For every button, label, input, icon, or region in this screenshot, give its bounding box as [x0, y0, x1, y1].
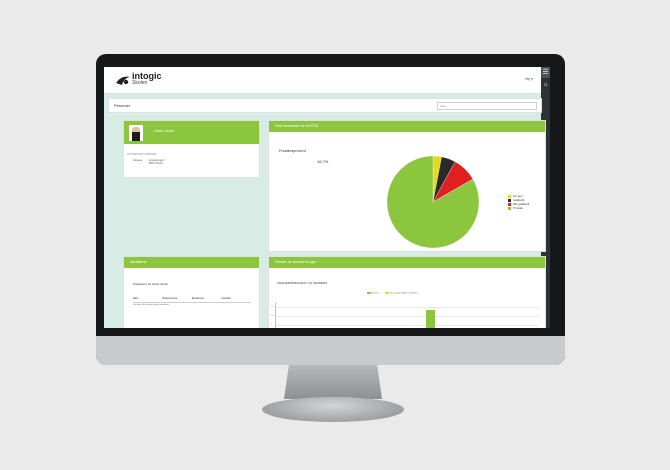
legend-swatch	[385, 292, 390, 294]
grades-card: Karakterer Karakterer for Hans Junior Da…	[123, 256, 260, 328]
y-tick-label: 5	[271, 324, 272, 326]
legend-item[interactable]: Til stede	[508, 207, 529, 211]
address-row: Adresse Lindevænget 7 8600 Horsby	[127, 159, 165, 165]
app-logo[interactable]: intogic Skolen	[116, 71, 162, 86]
logo-text: intogic	[132, 71, 162, 81]
address-line2: 8600 Horsby	[148, 162, 164, 165]
grades-empty-text: Der blev ikke fundet nogle karakterer.	[133, 304, 170, 306]
home-icon[interactable]: ⌂	[542, 82, 549, 89]
monitor-base	[262, 397, 404, 422]
address-label: Adresse	[133, 159, 143, 162]
page-title: Personer	[114, 103, 131, 108]
legend-swatch	[508, 194, 511, 198]
logo-icon	[116, 76, 130, 85]
absence-card: Fravær de seneste 6 uger FRAVÆRSPROCENT …	[268, 256, 546, 328]
legend-swatch	[367, 292, 371, 294]
monitor-chin	[96, 336, 565, 365]
legend-label: Fravær	[372, 292, 380, 295]
absence-bar[interactable]	[426, 310, 435, 328]
menu-icon[interactable]: ☰	[541, 67, 550, 78]
legend-item: Fravær	[367, 292, 379, 294]
column-header[interactable]: Bedømmer	[192, 297, 222, 302]
column-header[interactable]: Bedømmelse	[163, 297, 193, 302]
gridline	[276, 307, 538, 308]
profile-header: Hans Junior	[124, 121, 259, 144]
monitor: intogic Skolen Hej ▾ ☰ ⌂ Personer Søg...…	[96, 54, 565, 365]
absence-card-header: Fravær de seneste 6 uger	[269, 257, 545, 268]
absence-chart-title: FRAVÆRSPROCENT OG TENDENS	[277, 281, 328, 285]
user-menu[interactable]: Hej ▾	[525, 77, 533, 81]
legend-swatch	[508, 207, 511, 211]
monitor-stand	[284, 365, 382, 399]
grades-card-header: Karakterer	[124, 257, 259, 268]
attendance-card-header: Fast fremmøde for HH/T25	[269, 121, 545, 132]
legend-label: Godkendt	[513, 198, 525, 202]
percent-label: 16,7%	[317, 159, 329, 164]
grades-subtitle: Karakterer for Hans Junior	[133, 282, 169, 286]
legend-label: Ikke godkendt	[513, 202, 530, 206]
screen: intogic Skolen Hej ▾ ☰ ⌂ Personer Søg...…	[104, 67, 550, 328]
absence-chart-area: 15 10 5	[271, 303, 538, 328]
chart-legend: For sent Godkendt Ikke godkendt Til stede	[508, 194, 529, 211]
legend-label: Fra samlet forløb % tendens	[390, 292, 418, 295]
y-tick-label: 10	[271, 315, 273, 317]
column-header[interactable]: Karakter	[222, 297, 252, 302]
legend-item: Fra samlet forløb % tendens	[385, 292, 418, 295]
search-input[interactable]: Søg...	[437, 102, 537, 110]
address-value: Lindevænget 7 8600 Horsby	[149, 159, 166, 165]
absence-legend: Fravær Fra samlet forløb % tendens	[367, 292, 418, 294]
legend-swatch	[508, 198, 511, 202]
avatar-person-icon	[132, 127, 140, 141]
legend-label: Til stede	[513, 207, 523, 211]
page-title-bar: Personer Søg...	[108, 98, 542, 113]
gridline	[276, 325, 538, 326]
profile-name: Hans Junior	[154, 129, 175, 133]
attendance-card: Fast fremmøde for HH/T25 Fraværsprocent …	[268, 120, 546, 252]
contact-section-label: KONTAKTOPLYSNINGER	[127, 153, 157, 156]
avatar	[129, 125, 143, 141]
legend-label: For sent	[513, 194, 523, 198]
legend-swatch	[508, 202, 511, 206]
column-header[interactable]: Dato	[133, 297, 163, 302]
top-bar: intogic Skolen Hej ▾	[104, 67, 541, 94]
gridline	[276, 316, 538, 317]
chart-title: Fraværsprocent	[279, 149, 306, 153]
y-tick-label: 15	[271, 306, 273, 308]
profile-card: Hans Junior KONTAKTOPLYSNINGER Adresse L…	[123, 120, 260, 178]
pie-chart	[386, 155, 480, 249]
grades-table-header: Dato Bedømmelse Bedømmer Karakter	[133, 297, 251, 303]
